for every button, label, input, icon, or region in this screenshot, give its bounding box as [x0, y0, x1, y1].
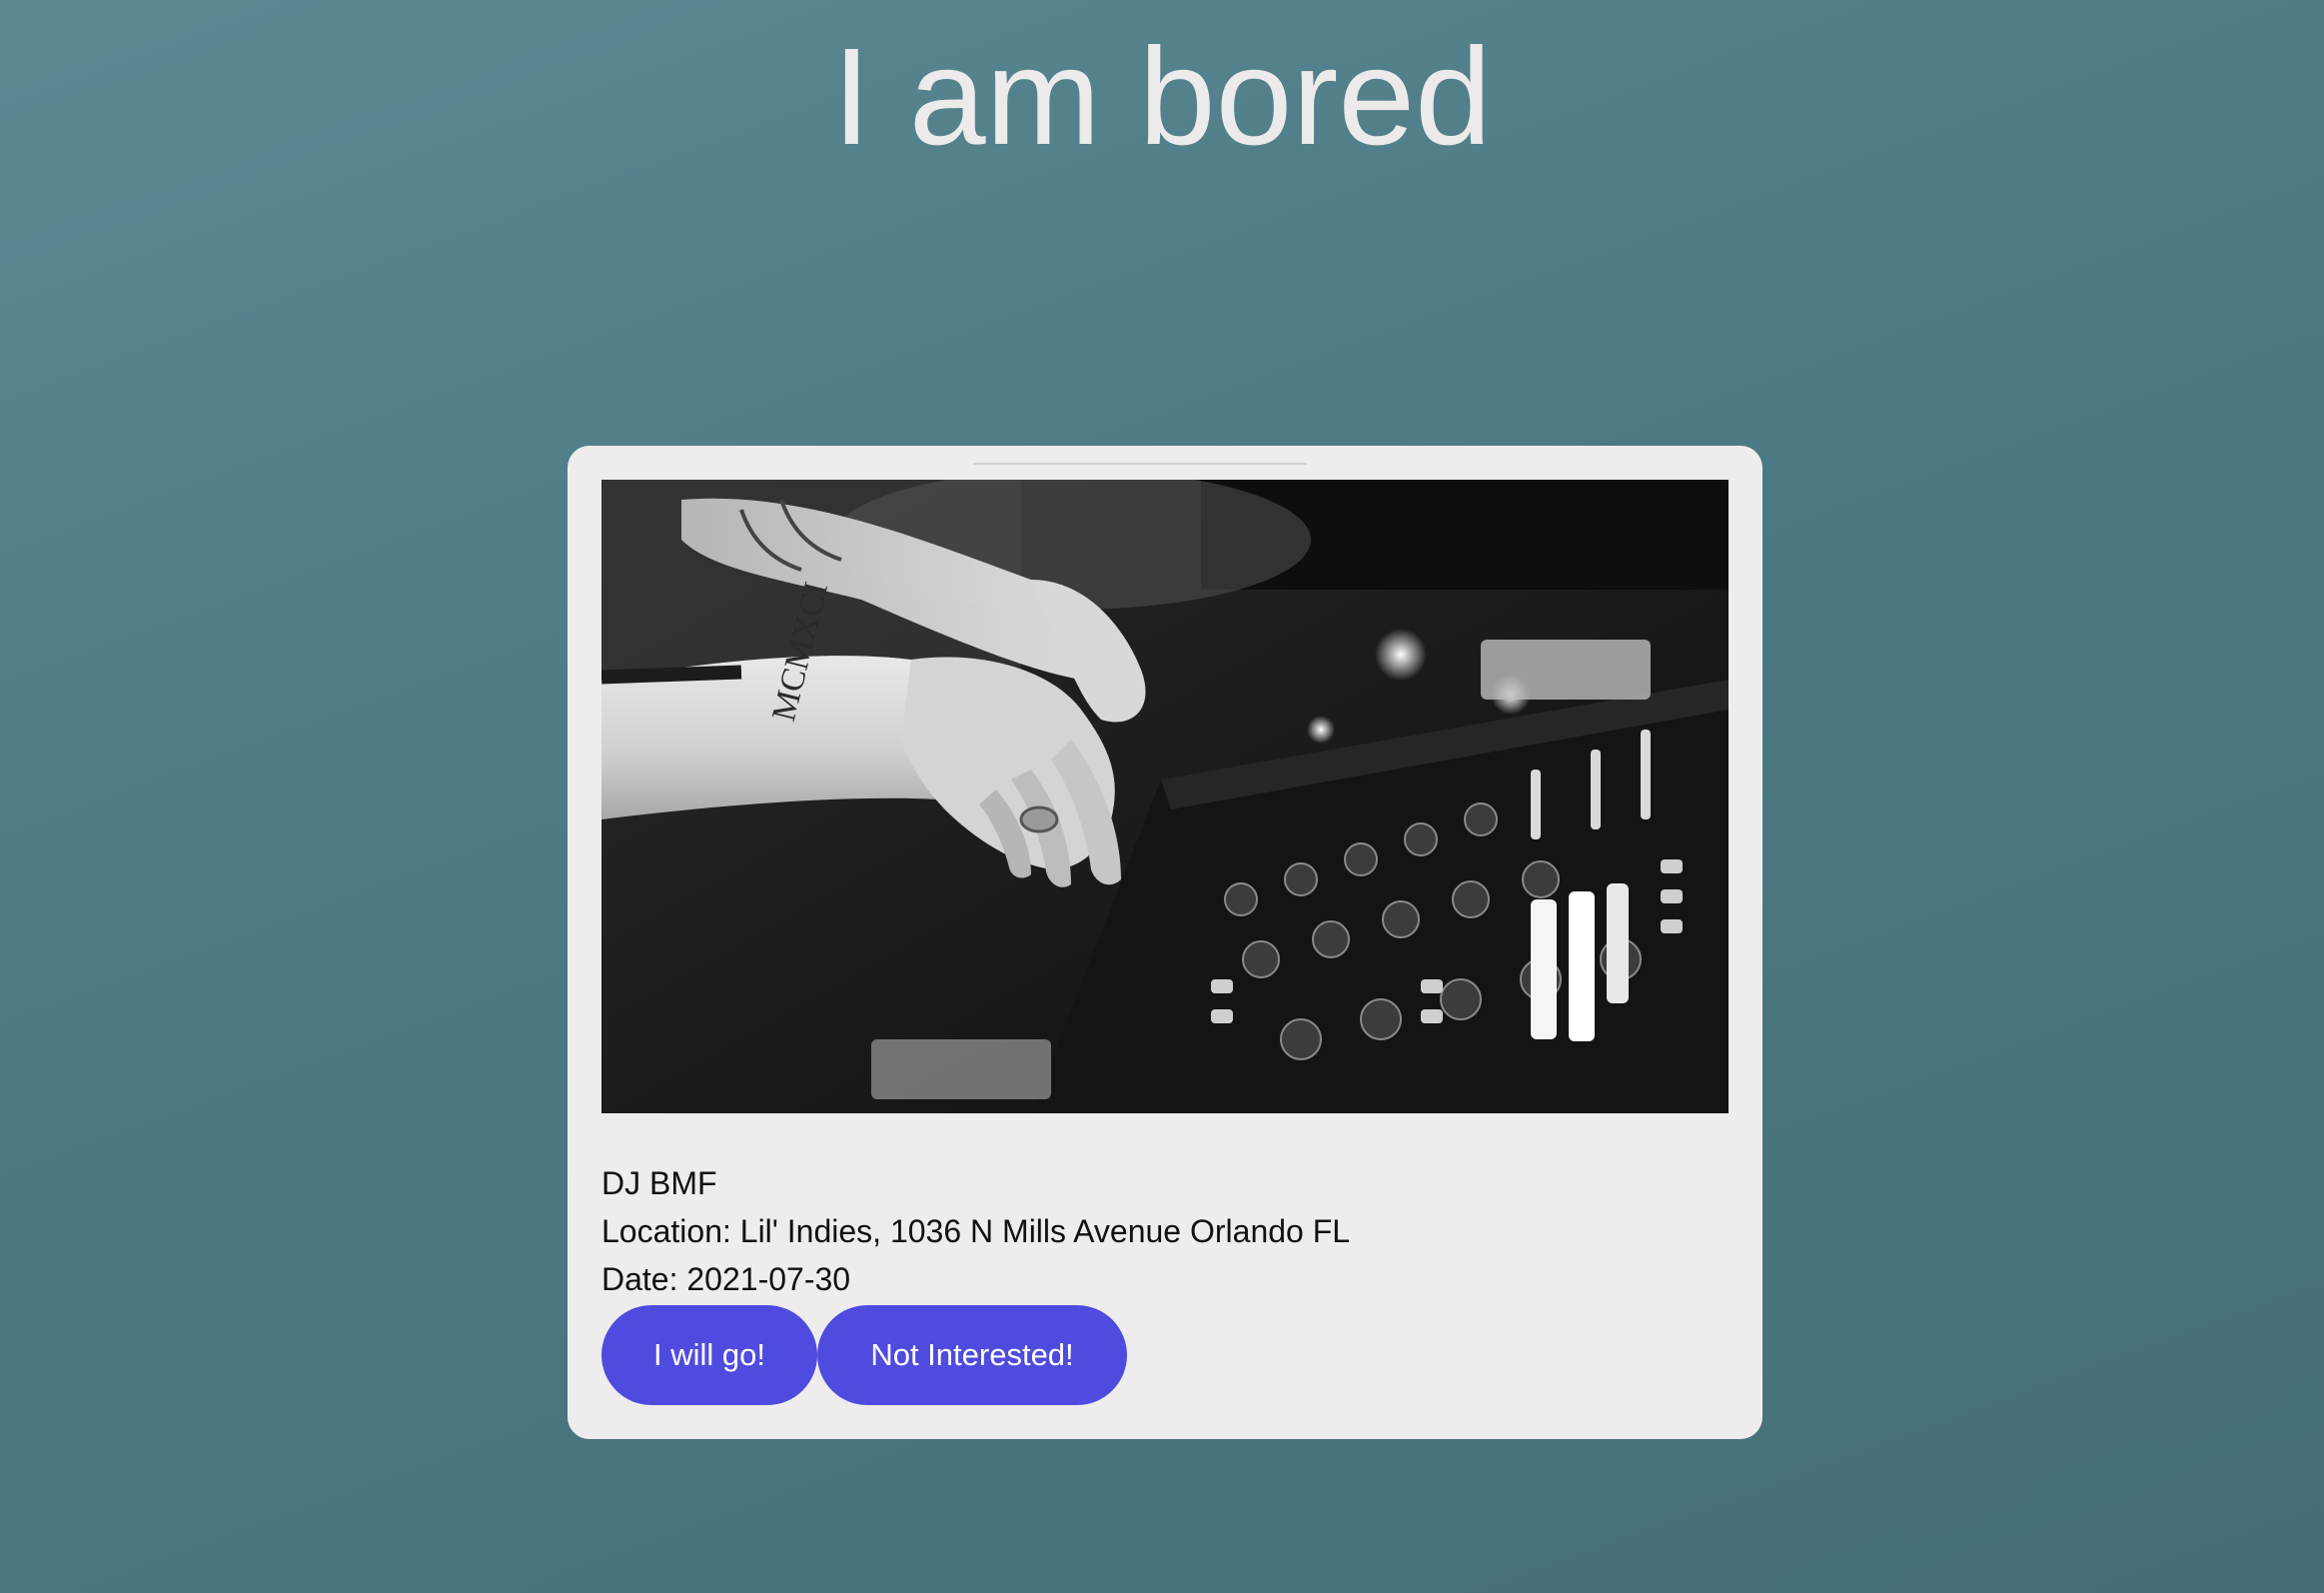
not-interested-button[interactable]: Not Interested! — [817, 1305, 1127, 1405]
event-date: Date: 2021-07-30 — [601, 1261, 851, 1297]
event-card: MCMXCI DJ BMF Location: Lil' Indies, 103… — [568, 446, 1762, 1439]
event-photo: MCMXCI — [601, 480, 1729, 1113]
will-go-button[interactable]: I will go! — [601, 1305, 817, 1405]
card-drag-handle[interactable] — [973, 463, 1307, 465]
page-title: I am bored — [832, 20, 1492, 174]
event-location: Location: Lil' Indies, 1036 N Mills Aven… — [601, 1213, 1351, 1249]
event-name: DJ BMF — [601, 1165, 717, 1201]
